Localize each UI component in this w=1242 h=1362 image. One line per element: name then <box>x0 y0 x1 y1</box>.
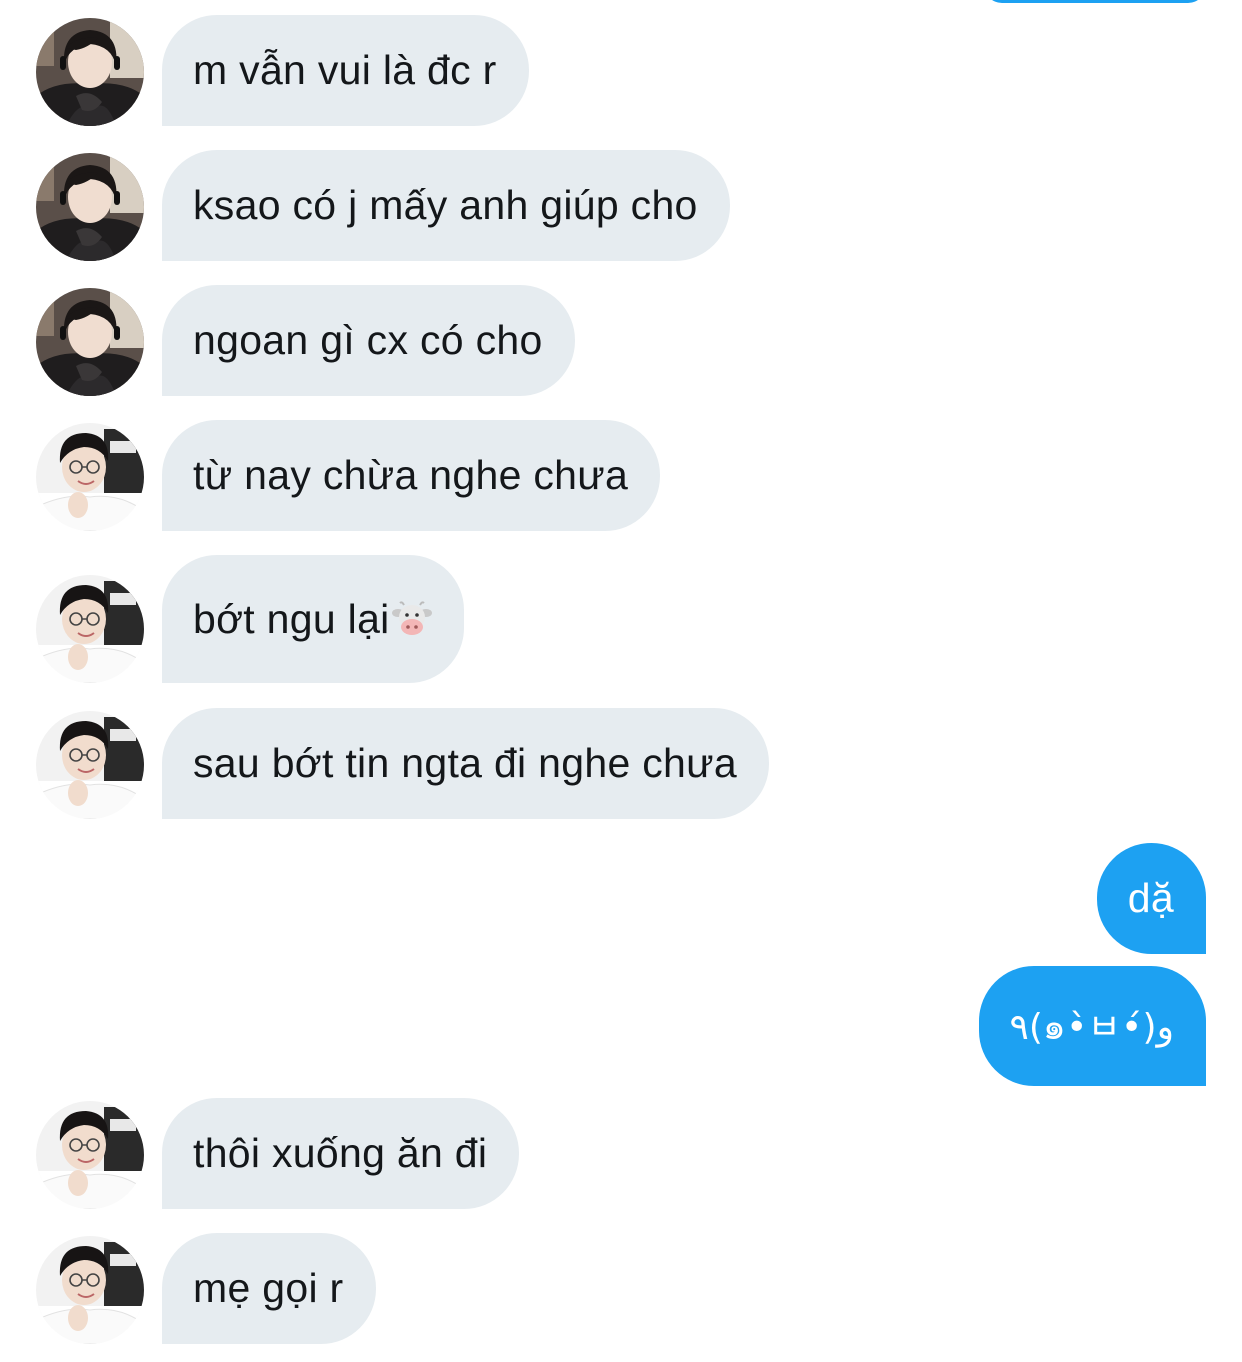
message-text: thôi xuống ăn đi <box>193 1130 488 1176</box>
previous-outgoing-bubble <box>984 0 1206 3</box>
message-text: ٩(๑•̀ㅂ•́)و <box>1009 1006 1174 1048</box>
cow-face-icon <box>391 599 432 639</box>
incoming-message-bubble[interactable]: thôi xuống ăn đi <box>162 1098 520 1209</box>
contact-avatar[interactable] <box>36 1101 144 1209</box>
contact-avatar[interactable] <box>36 1236 144 1344</box>
incoming-message-bubble[interactable]: ksao có j mấy anh giúp cho <box>162 150 730 261</box>
message-text: từ nay chừa nghe chưa <box>193 452 629 498</box>
message-text: ksao có j mấy anh giúp cho <box>193 182 698 228</box>
incoming-message-bubble[interactable]: ngoan gì cx có cho <box>162 285 575 396</box>
contact-avatar[interactable] <box>36 288 144 396</box>
incoming-message-bubble[interactable]: sau bớt tin ngta đi nghe chưa <box>162 708 770 819</box>
contact-avatar[interactable] <box>36 18 144 126</box>
contact-avatar[interactable] <box>36 711 144 819</box>
message-text: bớt ngu lại <box>193 595 390 642</box>
contact-avatar[interactable] <box>36 575 144 683</box>
message-text: mẹ gọi r <box>193 1265 344 1311</box>
outgoing-message-bubble[interactable]: ٩(๑•̀ㅂ•́)و <box>978 966 1206 1086</box>
incoming-message-bubble[interactable]: mẹ gọi r <box>162 1233 376 1344</box>
incoming-message-bubble[interactable]: bớt ngu lại <box>162 555 464 683</box>
incoming-message-bubble[interactable]: từ nay chừa nghe chưa <box>162 420 661 531</box>
contact-avatar[interactable] <box>36 423 144 531</box>
message-text: m vẫn vui là đc r <box>193 47 497 93</box>
message-text: sau bớt tin ngta đi nghe chưa <box>193 740 738 786</box>
message-text: ngoan gì cx có cho <box>193 317 543 363</box>
outgoing-message-bubble[interactable]: dặ <box>1096 843 1206 954</box>
contact-avatar[interactable] <box>36 153 144 261</box>
message-text: dặ <box>1127 875 1174 921</box>
incoming-message-bubble[interactable]: m vẫn vui là đc r <box>162 15 529 126</box>
